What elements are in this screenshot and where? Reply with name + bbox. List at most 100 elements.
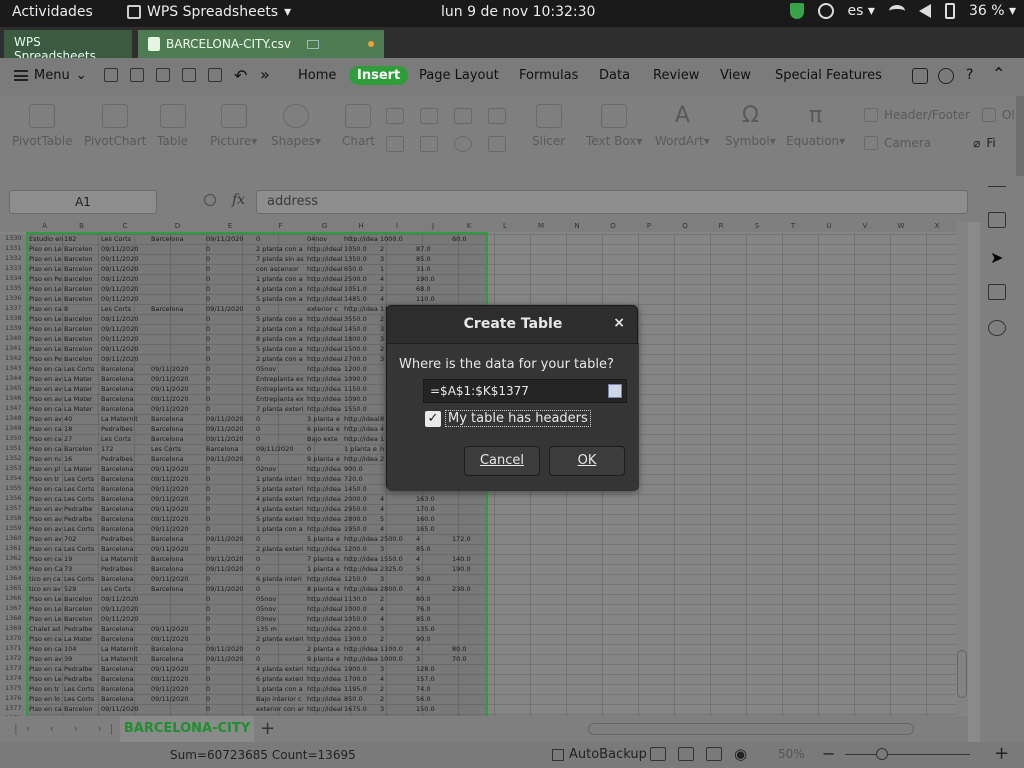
row-number[interactable]: 1342 [0,354,26,364]
row-number[interactable]: 1374 [0,674,26,684]
equation-button[interactable]: π Equation▾ [786,104,845,149]
camera-button[interactable]: Camera ⌀ Fi [864,136,996,150]
battery-level[interactable]: 36 % ▾ [969,3,1016,19]
eye-protection-icon[interactable]: ◉ [734,745,747,763]
column-header[interactable]: G [306,222,343,230]
zoom-out-button[interactable]: − [822,744,835,763]
row-number[interactable]: 1345 [0,384,26,394]
tab-special-features[interactable]: Special Features [775,68,882,83]
page-break-view-icon[interactable] [678,747,694,761]
row-number[interactable]: 1334 [0,274,26,284]
gear-icon[interactable] [938,68,954,84]
print-preview-icon[interactable] [208,68,222,82]
row-number[interactable]: 1371 [0,644,26,654]
vertical-scroll-thumb[interactable] [957,650,967,698]
row-number[interactable]: 1350 [0,434,26,444]
row-number[interactable]: 1355 [0,484,26,494]
headers-checkbox[interactable]: ✓ [425,411,441,427]
column-header[interactable]: J [415,222,451,230]
sheet-nav-arrows[interactable]: |‹ ‹ › ›| [14,722,122,735]
area-chart-icon[interactable] [386,136,404,152]
row-number[interactable]: 1376 [0,694,26,704]
row-number[interactable]: 1331 [0,244,26,254]
app-menu[interactable]: WPS Spreadsheets ▾ [127,4,291,20]
column-header[interactable]: S [739,222,775,230]
row-number[interactable]: 1332 [0,254,26,264]
column-chart-icon[interactable] [386,108,404,124]
row-number[interactable]: 1368 [0,614,26,624]
table-button[interactable]: Table [157,104,188,148]
column-header[interactable]: N [559,222,595,230]
stock-chart-icon[interactable] [420,136,438,152]
row-number[interactable]: 1337 [0,304,26,314]
column-header[interactable]: R [703,222,739,230]
picture-button[interactable]: Picture▾ [210,104,257,148]
name-box[interactable]: A1 [9,190,157,214]
tab-review[interactable]: Review [653,68,699,83]
update-indicator-icon[interactable] [817,3,834,19]
window-mode-icon[interactable] [307,39,320,49]
text-box-button[interactable]: Text Box▾ [586,104,642,148]
row-number[interactable]: 1338 [0,314,26,324]
row-number[interactable]: 1356 [0,494,26,504]
tab-home[interactable]: Home [298,68,336,83]
zoom-in-button[interactable]: + [994,743,1009,764]
scatter-chart-icon[interactable] [488,136,506,152]
row-number[interactable]: 1353 [0,464,26,474]
row-number[interactable]: 1362 [0,554,26,564]
tab-formulas[interactable]: Formulas [519,68,578,83]
main-menu-button[interactable]: Menu ⌄ [14,68,87,83]
row-number[interactable]: 1349 [0,424,26,434]
save-icon[interactable] [130,68,144,82]
row-number[interactable]: 1373 [0,664,26,674]
row-number[interactable]: 1369 [0,624,26,634]
data-range-input[interactable]: =$A$1:$K$1377 [423,379,627,403]
wifi-icon[interactable] [888,5,905,17]
column-header[interactable]: K [451,222,487,230]
row-number[interactable]: 1343 [0,364,26,374]
ribbon-scrollbar[interactable] [1016,96,1024,176]
row-number[interactable]: 1352 [0,454,26,464]
row-number[interactable]: 1366 [0,594,26,604]
column-header[interactable]: T [775,222,811,230]
pie-chart-icon[interactable] [454,136,472,152]
column-header[interactable]: V [847,222,883,230]
row-number[interactable]: 1341 [0,344,26,354]
column-header[interactable]: I [379,222,415,230]
row-number[interactable]: 1339 [0,324,26,334]
sliders-icon[interactable] [988,284,1006,300]
tab-view[interactable]: View [720,68,751,83]
column-header[interactable]: B [63,222,100,230]
row-number[interactable]: 1344 [0,374,26,384]
zoom-level[interactable]: 50% [778,747,805,761]
more-arrows-icon[interactable]: » [260,65,270,84]
radar-chart-icon[interactable] [488,108,506,124]
pivot-chart-button[interactable]: PivotChart [84,104,146,148]
normal-view-icon[interactable] [650,747,666,761]
range-picker-icon[interactable] [608,384,622,398]
row-number[interactable]: 1372 [0,654,26,664]
file-tab-barcelona[interactable]: BARCELONA-CITY.csv [138,30,384,58]
formula-input[interactable]: address [256,190,968,214]
column-header[interactable]: A [26,222,63,230]
history-icon[interactable] [988,320,1006,336]
help-icon[interactable]: ? [966,67,973,83]
tab-data[interactable]: Data [599,68,630,83]
autobackup-button[interactable]: AutoBackup [552,747,647,762]
close-icon[interactable]: × [613,315,625,331]
row-number[interactable]: 1333 [0,264,26,274]
print-icon[interactable] [182,68,196,82]
row-number[interactable]: 1375 [0,684,26,694]
column-header[interactable]: D [150,222,205,230]
pane-copy-icon[interactable] [988,212,1006,228]
keyboard-language[interactable]: es ▾ [848,3,875,19]
add-sheet-button[interactable]: + [260,718,275,739]
undo-icon[interactable]: ↶ [234,66,247,85]
row-number[interactable]: 1363 [0,564,26,574]
row-number[interactable]: 1370 [0,634,26,644]
row-number[interactable]: 1348 [0,414,26,424]
row-number[interactable]: 1347 [0,404,26,414]
row-number[interactable]: 1377 [0,704,26,714]
row-number[interactable]: 1367 [0,604,26,614]
chart-button[interactable]: Chart [342,104,375,148]
